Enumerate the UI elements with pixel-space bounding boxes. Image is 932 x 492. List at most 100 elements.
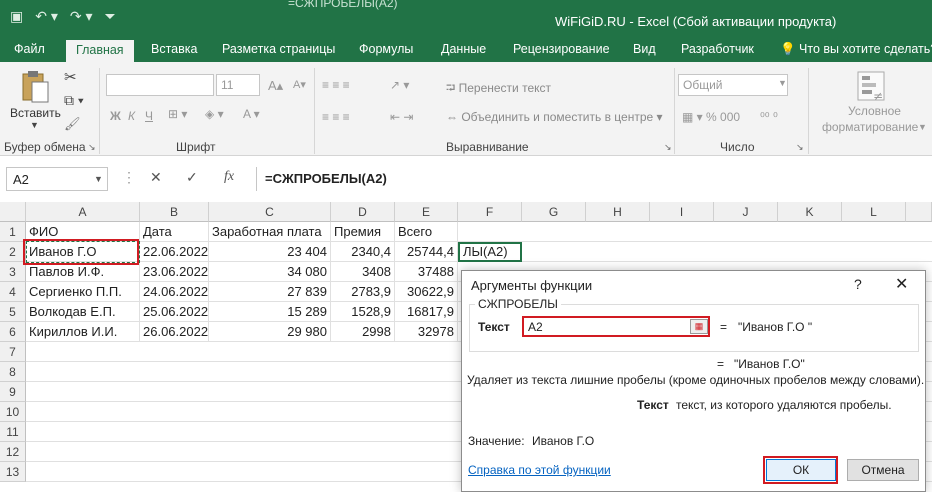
tab-home[interactable]: Главная (66, 40, 134, 62)
merge-center-button[interactable]: ⇔ Объединить и поместить в центре ▾ (446, 110, 663, 124)
tab-file[interactable]: Файл (14, 42, 45, 56)
decimal-icon[interactable]: ⁰⁰ ⁰ (760, 110, 778, 124)
tab-data[interactable]: Данные (441, 42, 486, 56)
column-header-g[interactable]: G (522, 202, 586, 222)
formula-input[interactable]: =СЖПРОБЕЛЫ(A2) (256, 167, 932, 191)
cell[interactable]: 3408 (331, 262, 395, 282)
conditional-formatting-dropdown-icon[interactable]: ▼ (918, 122, 927, 132)
save-icon[interactable]: ▣ (10, 8, 23, 25)
row-header[interactable]: 10 (0, 402, 26, 422)
row-header[interactable]: 11 (0, 422, 26, 442)
redo-icon[interactable]: ↷ ▾ (70, 8, 93, 25)
font-color-icon[interactable]: A ▾ (243, 107, 260, 121)
italic-button[interactable]: К (128, 109, 135, 123)
cell[interactable]: Кириллов И.И. (26, 322, 140, 342)
grow-font-icon[interactable]: A▴ (268, 78, 283, 94)
paste-dropdown-icon[interactable]: ▼ (30, 120, 39, 130)
cell[interactable]: 2783,9 (331, 282, 395, 302)
conditional-formatting-label2[interactable]: форматирование (822, 120, 918, 134)
wrap-text-button[interactable]: ⮒ Перенести текст (446, 79, 551, 100)
number-format-dropdown-icon[interactable]: ▼ (778, 78, 787, 88)
column-header-e[interactable]: E (395, 202, 458, 222)
row-header[interactable]: 4 (0, 282, 26, 302)
paste-icon[interactable] (20, 70, 50, 106)
cut-icon[interactable]: ✂ (64, 68, 77, 86)
row-header[interactable]: 7 (0, 342, 26, 362)
cell[interactable]: Павлов И.Ф. (26, 262, 140, 282)
conditional-formatting-label1[interactable]: Условное (848, 104, 901, 118)
undo-icon[interactable]: ↶ ▾ (35, 8, 58, 25)
borders-icon[interactable]: ⊞ ▾ (168, 107, 187, 121)
name-box-dropdown-icon[interactable]: ▼ (94, 174, 103, 184)
row-header[interactable]: 6 (0, 322, 26, 342)
accounting-icon[interactable]: ▦ ▾ % 000 (682, 110, 740, 124)
clipboard-launcher-icon[interactable]: ↘ (88, 142, 96, 153)
bold-button[interactable]: Ж (110, 109, 121, 123)
cell[interactable]: 29 980 (209, 322, 331, 342)
cell[interactable]: 23 404 (209, 242, 331, 262)
number-launcher-icon[interactable]: ↘ (796, 142, 804, 153)
row-header[interactable]: 12 (0, 442, 26, 462)
column-header-c[interactable]: C (209, 202, 331, 222)
cell[interactable]: 30622,9 (395, 282, 458, 302)
font-name-box[interactable] (106, 74, 214, 96)
column-header-k[interactable]: K (778, 202, 842, 222)
customize-qat-icon[interactable]: ⏷ (105, 8, 116, 25)
conditional-formatting-icon[interactable]: ≠ (856, 70, 888, 105)
cell[interactable]: 16817,9 (395, 302, 458, 322)
dialog-close-button[interactable]: ✕ (895, 274, 908, 294)
cancel-button[interactable]: Отмена (847, 459, 919, 481)
underline-button[interactable]: Ч (145, 109, 153, 123)
indent-icon[interactable]: ⇤ ⇥ (390, 110, 413, 124)
row-header[interactable]: 13 (0, 462, 26, 482)
column-header-d[interactable]: D (331, 202, 395, 222)
tell-me-search[interactable]: 💡 Что вы хотите сделать? (780, 42, 932, 57)
cancel-entry-icon[interactable]: ✕ (150, 169, 162, 186)
tab-developer[interactable]: Разработчик (681, 42, 754, 56)
column-header-b[interactable]: B (140, 202, 209, 222)
cell[interactable]: 32978 (395, 322, 458, 342)
align-top-icon[interactable]: ≡ ≡ ≡ (322, 78, 350, 92)
cell[interactable]: 1528,9 (331, 302, 395, 322)
fill-color-icon[interactable]: ◈ ▾ (205, 107, 224, 121)
row-header[interactable]: 3 (0, 262, 26, 282)
cell[interactable]: 23.06.2022 (140, 262, 209, 282)
cell[interactable]: 25.06.2022 (140, 302, 209, 322)
collapse-dialog-icon[interactable]: ▦ (690, 319, 708, 334)
help-link[interactable]: Справка по этой функции (468, 463, 611, 477)
cell[interactable]: 25744,4 (395, 242, 458, 262)
cell[interactable]: Дата (140, 222, 209, 242)
cell[interactable]: 26.06.2022 (140, 322, 209, 342)
cell[interactable]: Заработная плата (209, 222, 331, 242)
cell[interactable]: 2998 (331, 322, 395, 342)
tab-review[interactable]: Рецензирование (513, 42, 610, 56)
tab-insert[interactable]: Вставка (151, 42, 197, 56)
cell[interactable]: 22.06.2022 (140, 242, 209, 262)
tab-formulas[interactable]: Формулы (359, 42, 413, 56)
cell[interactable]: 24.06.2022 (140, 282, 209, 302)
number-format-box[interactable]: Общий (678, 74, 788, 96)
column-header-j[interactable]: J (714, 202, 778, 222)
cell[interactable]: Всего (395, 222, 458, 242)
column-header-a[interactable]: A (26, 202, 140, 222)
cell[interactable]: Сергиенко П.П. (26, 282, 140, 302)
column-header-l[interactable]: L (842, 202, 906, 222)
enter-entry-icon[interactable]: ✓ (186, 169, 198, 186)
cell[interactable]: Волкодав Е.П. (26, 302, 140, 322)
row-header[interactable]: 9 (0, 382, 26, 402)
name-box[interactable]: A2 (6, 167, 108, 191)
align-left-icon[interactable]: ≡ ≡ ≡ (322, 110, 350, 124)
paste-button[interactable]: Вставить (10, 106, 61, 120)
copy-icon[interactable]: ⧉ ▾ (64, 92, 84, 109)
cell[interactable]: 34 080 (209, 262, 331, 282)
orientation-icon[interactable]: ↗ ▾ (390, 78, 409, 92)
format-painter-icon[interactable]: 🖌 (64, 116, 81, 132)
font-size-box[interactable]: 11 (216, 74, 260, 96)
column-header-h[interactable]: H (586, 202, 650, 222)
row-header[interactable]: 5 (0, 302, 26, 322)
argument-input[interactable]: A2 (522, 316, 710, 337)
insert-function-icon[interactable]: fx (224, 169, 234, 185)
cell[interactable]: 27 839 (209, 282, 331, 302)
column-header-i[interactable]: I (650, 202, 714, 222)
select-all-corner[interactable] (0, 202, 26, 222)
